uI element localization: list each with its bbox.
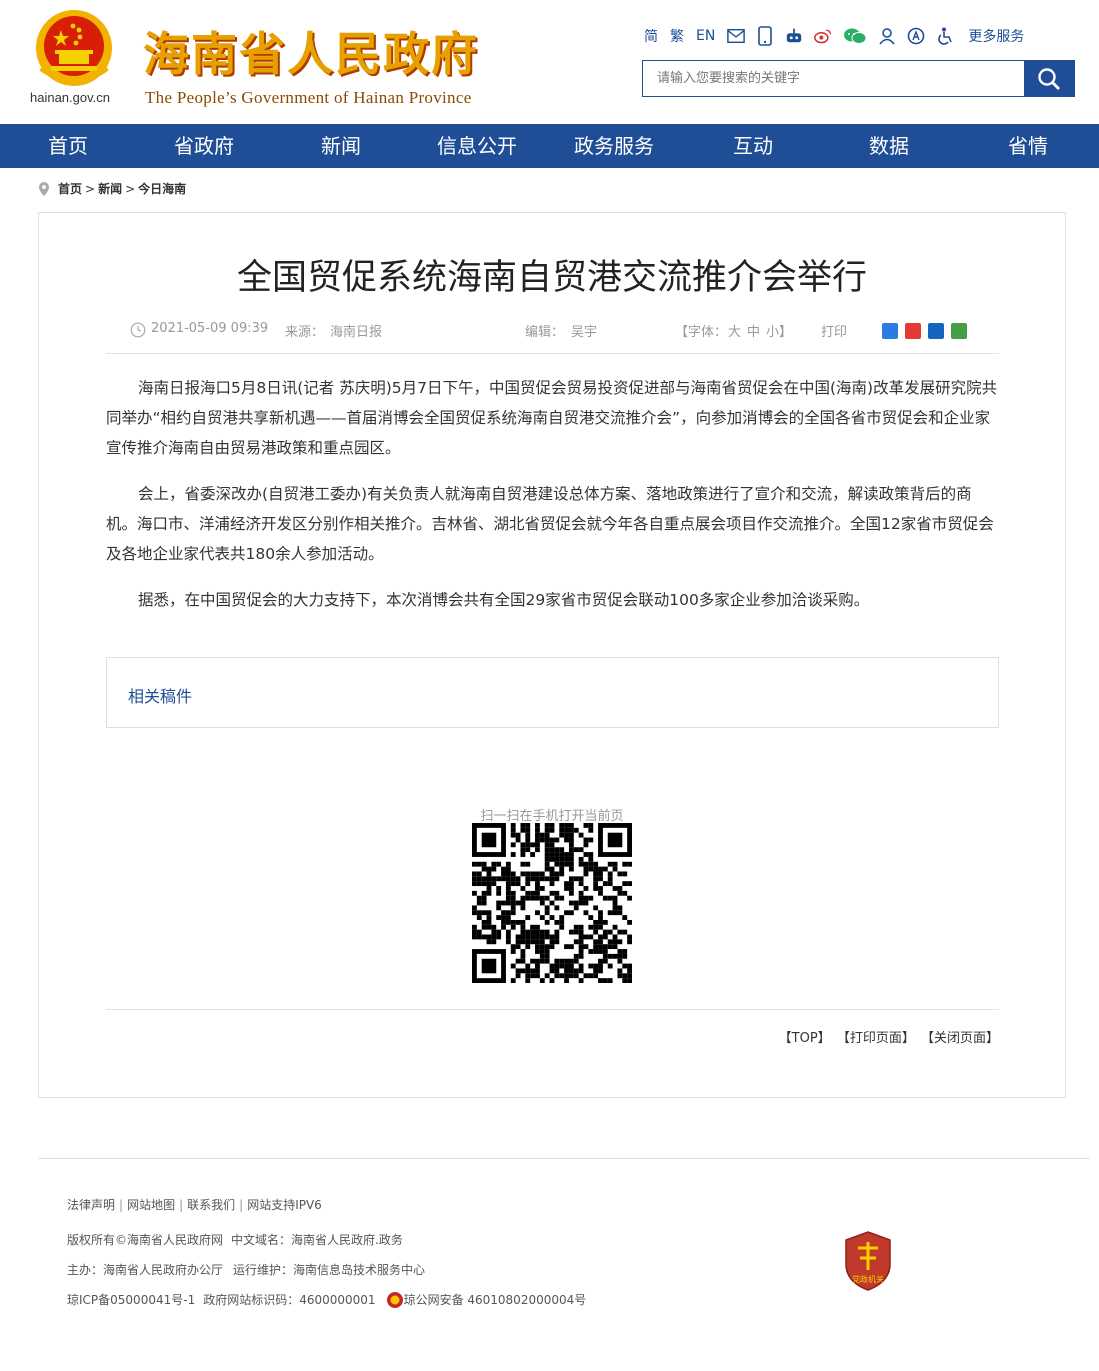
weibo-icon[interactable] [814,27,832,45]
site-domain: hainan.gov.cn [30,90,110,105]
font-size-label: 【字体： [675,325,728,340]
contact-link[interactable]: 联系我们 [187,1195,235,1215]
search-button[interactable] [1024,61,1074,96]
breadcrumb: 首页 > 新闻 > 今日海南 [38,180,186,197]
nav-news[interactable]: 新闻 [321,124,361,168]
qr-code-icon [472,823,632,983]
font-medium-button[interactable]: 中 [747,321,760,340]
source-label: 来源： [285,325,325,340]
lang-simplified-link[interactable]: 简 [644,26,658,46]
bottom-divider [106,1009,999,1010]
breadcrumb-separator-icon: > [85,181,96,196]
nav-interaction[interactable]: 互动 [733,124,773,168]
article-meta: 2021-05-09 09:39 来源： 海南日报 编辑： 吴宇 【字体： 大 … [130,321,1000,341]
legal-notice-link[interactable]: 法律声明 [67,1195,115,1215]
mobile-icon[interactable] [756,26,774,46]
chinese-domain-text: 中文域名：海南省人民政府.政务 [231,1233,403,1247]
weibo-share-icon[interactable] [905,323,921,339]
people-share-icon[interactable] [928,323,944,339]
editor-name: 吴宇 [571,325,598,340]
breadcrumb-home[interactable]: 首页 [58,180,82,197]
ipv6-support-text: 网站支持IPV6 [247,1198,322,1212]
site-header: hainan.gov.cn 海南省人民政府 The People’s Gover… [0,0,1099,124]
editor-label: 编辑： [525,325,565,340]
police-badge-icon [386,1292,403,1308]
wechat-share-icon[interactable] [951,323,967,339]
wechat-icon[interactable] [843,27,867,45]
back-to-top-link[interactable]: 【TOP】 [779,1031,831,1046]
font-large-button[interactable]: 大 [728,321,741,340]
top-toolbar: 简 繁 EN 更多服务 [644,24,1024,48]
nav-home[interactable]: 首页 [48,124,88,168]
police-record-link[interactable]: 琼公网安备 46010802000004号 [404,1290,587,1310]
breadcrumb-separator-icon: > [125,181,136,196]
sitemap-link[interactable]: 网站地图 [127,1195,175,1215]
party-government-badge-icon[interactable]: 党政机关 [842,1230,894,1292]
article-container: 全国贸促系统海南自贸港交流推介会举行 2021-05-09 09:39 来源： … [38,212,1066,1098]
site-code-text: 政府网站标识码：4600000001 [203,1293,376,1307]
print-page-link[interactable]: 【打印页面】 [837,1031,915,1046]
article-paragraph: 据悉，在中国贸促会的大力支持下，本次消博会共有全国29家省市贸促会联动100多家… [138,591,870,609]
location-pin-icon [39,181,49,196]
elder-mode-icon[interactable] [907,27,925,45]
site-title-en: The People’s Government of Hainan Provin… [145,88,472,107]
nav-information-disclosure[interactable]: 信息公开 [437,124,517,168]
lang-traditional-link[interactable]: 繁 [670,26,684,46]
nav-data[interactable]: 数据 [869,124,909,168]
sponsor-text: 主办：海南省人民政府办公厅 [67,1263,224,1277]
article-paragraph: 会上，省委深改办(自贸港工委办)有关负责人就海南自贸港建设总体方案、落地政策进行… [106,485,994,563]
mail-icon[interactable] [727,27,746,45]
site-title-cn[interactable]: 海南省人民政府 [143,18,479,84]
related-articles-title[interactable]: 相关稿件 [128,683,192,707]
breadcrumb-current[interactable]: 今日海南 [138,180,186,197]
footer-divider [38,1158,1090,1159]
robot-icon[interactable] [785,27,803,45]
nav-provincial-government[interactable]: 省政府 [174,124,234,168]
breadcrumb-news[interactable]: 新闻 [98,180,122,197]
search-box [642,60,1075,97]
badge-label: 党政机关 [852,1274,884,1284]
more-services-link[interactable]: 更多服务 [968,26,1024,46]
qr-caption: 扫一扫在手机打开当前页 [480,809,624,824]
copyright-text: 版权所有©海南省人民政府网 [67,1233,224,1247]
nav-government-services[interactable]: 政务服务 [574,124,654,168]
related-articles-box: 相关稿件 [106,657,999,728]
search-icon [1038,67,1060,90]
national-emblem-icon[interactable] [31,8,117,90]
article-paragraph: 海南日报海口5月8日讯(记者 苏庆明)5月7日下午，中国贸促会贸易投资促进部与海… [106,379,998,457]
clock-icon [130,322,146,338]
main-nav: 首页 省政府 新闻 信息公开 政务服务 互动 数据 省情 [0,124,1099,168]
icp-link[interactable]: 琼ICP备05000041号-1 [67,1290,195,1310]
page-actions: 【TOP】 【打印页面】 【关闭页面】 [777,1027,999,1046]
lang-english-link[interactable]: EN [696,28,715,44]
print-link[interactable]: 打印 [821,321,847,340]
article-title: 全国贸促系统海南自贸港交流推介会举行 [236,258,867,298]
nav-province-info[interactable]: 省情 [1008,124,1048,168]
close-page-link[interactable]: 【关闭页面】 [921,1031,999,1046]
source-name: 海南日报 [330,325,383,340]
site-footer: 法律声明 | 网站地图 | 联系我们 | 网站支持IPV6 版权所有©海南省人民政府网… [67,1195,586,1315]
search-input[interactable] [643,61,1025,96]
qzone-share-icon[interactable] [882,323,898,339]
font-small-button[interactable]: 小】 [766,321,792,340]
publish-datetime: 2021-05-09 09:39 [151,321,269,336]
meta-divider [106,353,999,354]
maintainer-text: 运行维护：海南信息岛技术服务中心 [233,1263,426,1277]
accessibility-icon[interactable] [936,27,954,45]
article-body: 海南日报海口5月8日讯(记者 苏庆明)5月7日下午，中国贸促会贸易投资促进部与海… [106,373,999,631]
user-icon[interactable] [878,27,896,45]
